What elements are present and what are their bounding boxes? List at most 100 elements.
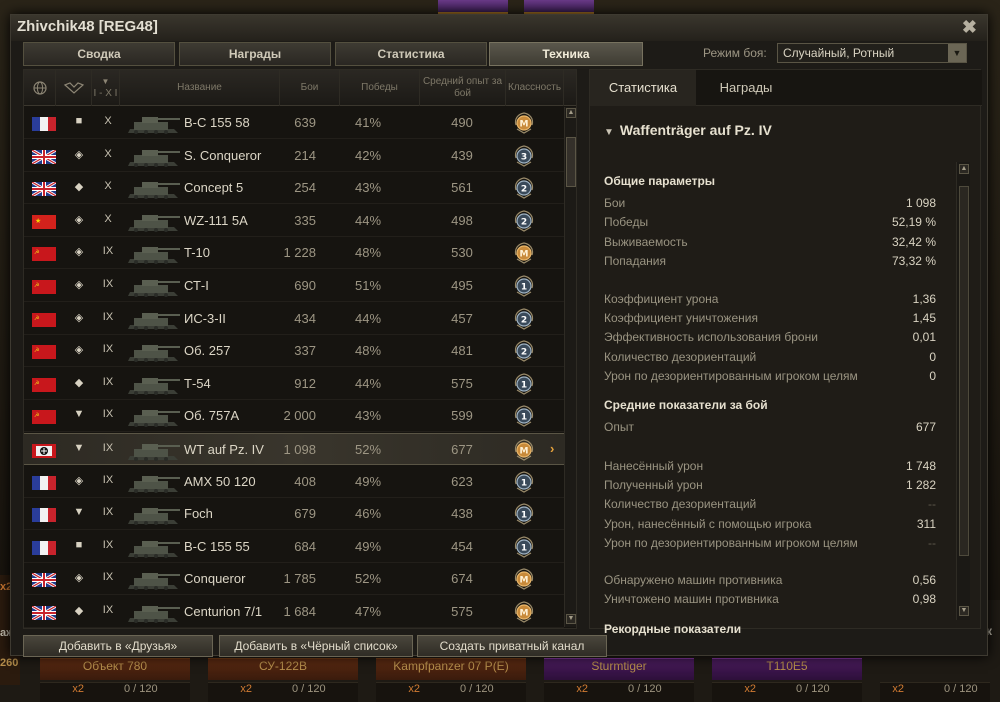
stats-tabs: Статистика Награды [590, 70, 982, 106]
table-scrollbar[interactable]: ▲ ▼ [564, 107, 576, 627]
create-private-channel-button[interactable]: Создать приватный канал [417, 635, 607, 657]
tier-label: IX [102, 343, 114, 356]
table-row[interactable]: ▼ IX WT auf Pz. IV 1 098 52% 677 M › [24, 433, 564, 465]
svg-text:2: 2 [521, 315, 527, 325]
svg-text:☭: ☭ [34, 315, 39, 322]
battle-mode-label: Режим боя: [703, 46, 767, 60]
china-flag-icon: ★ [32, 214, 56, 229]
svg-text:1: 1 [521, 478, 527, 488]
stat-value: 0,56 [912, 573, 936, 587]
mastery-badge-icon: 1 [512, 470, 536, 494]
column-wins[interactable]: Победы [340, 70, 420, 106]
add-friend-button[interactable]: Добавить в «Друзья» [23, 635, 213, 657]
stat-label: Коэффициент уничтожения [604, 311, 758, 326]
scroll-down-icon[interactable]: ▼ [959, 606, 969, 616]
sort-type-button[interactable] [56, 70, 92, 106]
mastery-badge-icon: 1 [512, 502, 536, 526]
wins-value: 44% [354, 375, 382, 391]
table-row[interactable]: ■ IX B-C 155 55 684 49% 454 1 [24, 531, 564, 563]
battles-value: 335 [294, 212, 316, 228]
table-row[interactable]: ◈ IX Conqueror 1 785 52% 674 M [24, 563, 564, 596]
mastery-badge-icon: 1 [512, 274, 536, 298]
mastery-badge-icon: M [512, 438, 536, 462]
table-row[interactable]: ☭ ▼ IX Об. 757А 2 000 43% 599 1 [24, 400, 564, 433]
battles-value: 434 [294, 310, 316, 326]
mastery-badge-icon: 1 [512, 535, 536, 559]
column-battles[interactable]: Бои [280, 70, 340, 106]
scroll-thumb[interactable] [959, 186, 969, 556]
table-row[interactable]: ▼ IX Foch 679 46% 438 1 [24, 498, 564, 531]
scroll-up-icon[interactable]: ▲ [959, 164, 969, 174]
game-screen: x2 аж 260 к Объект 780 СУ-122В Kampfpanz… [0, 0, 1000, 702]
stat-value: -- [928, 535, 936, 550]
table-row[interactable]: ■ X B-C 155 58 639 41% 490 M [24, 107, 564, 139]
tab-vehicles[interactable]: Техника [489, 42, 643, 66]
svg-text:1: 1 [521, 543, 527, 553]
table-row[interactable]: ◈ X S. Conqueror 214 42% 439 3 [24, 140, 564, 172]
stat-row: Эффективность использования брони 0,01 [604, 330, 936, 346]
tab-statistics[interactable]: Статистика [335, 42, 487, 66]
stat-label: Количество дезориентаций [604, 349, 757, 364]
avg-xp-value: 481 [451, 343, 473, 359]
tier-label: IX [102, 408, 114, 421]
scroll-down-icon[interactable]: ▼ [566, 614, 576, 624]
carousel-card[interactable]: Kampfpanzer 07 P(E) [376, 658, 526, 680]
window-titlebar[interactable]: Zhivchik48 [REG48] ✖ [11, 15, 987, 41]
stat-row: Коэффициент уничтожения 1,45 [604, 311, 936, 327]
scroll-thumb[interactable] [566, 137, 576, 187]
tab-vehicle-awards[interactable]: Награды [696, 70, 796, 106]
medium-type-icon: ◆ [74, 605, 84, 617]
tank-icon [124, 207, 182, 235]
battles-value: 690 [294, 278, 316, 293]
tab-awards[interactable]: Награды [179, 42, 331, 66]
table-row[interactable]: ◈ IX AMX 50 120 408 49% 623 1 [24, 466, 564, 498]
battle-mode-select[interactable]: Случайный, Ротный ▼ [777, 43, 967, 63]
wins-value: 42% [354, 147, 382, 163]
uk-flag-icon [31, 604, 57, 622]
add-blacklist-button[interactable]: Добавить в «Чёрный список» [219, 635, 413, 657]
stat-label: Выживаемость [604, 234, 688, 249]
table-row[interactable]: ☭ ◈ IX СТ-I 690 51% 495 1 [24, 270, 564, 302]
stats-scrollbar[interactable]: ▲ ▼ [956, 162, 970, 620]
tab-summary[interactable]: Сводка [23, 42, 175, 66]
wins-value: 48% [354, 245, 382, 261]
table-row[interactable]: ◆ X Concept 5 254 43% 561 2 [24, 172, 564, 205]
vehicle-title[interactable]: ▼ Waffenträger auf Pz. IV [604, 122, 772, 138]
close-icon[interactable]: ✖ [962, 17, 977, 38]
column-avg-xp[interactable]: Средний опыт за бой [420, 70, 506, 106]
vehicle-table: ▼ I - X I Название Бои Победы Средний оп… [23, 69, 577, 629]
sort-tier-button[interactable]: ▼ I - X I [92, 70, 120, 106]
france-flag-icon [32, 117, 56, 131]
column-name[interactable]: Название [120, 70, 280, 106]
table-row[interactable]: ☭ ◈ IX Об. 257 337 48% 481 2 [24, 335, 564, 368]
table-row[interactable]: ★ ◈ X WZ-111 5A 335 44% 498 2 [24, 205, 564, 237]
stat-row: Обнаружено машин противника 0,56 [604, 573, 936, 589]
stat-label: Коэффициент урона [604, 292, 719, 306]
table-row[interactable]: ☭ ◈ IX T-10 1 228 48% 530 M [24, 237, 564, 270]
tank-icon [124, 533, 182, 561]
carousel-card[interactable]: T110E5 [712, 658, 862, 680]
table-row[interactable]: ☭ ◈ IX ИС-3-II 434 44% 457 2 [24, 303, 564, 335]
wins-value: 44% [354, 310, 382, 326]
heavy-type-icon: ◈ [74, 474, 84, 487]
avg-xp-value: 623 [451, 473, 473, 489]
tank-icon [124, 142, 182, 170]
column-mastery[interactable]: Классность [506, 70, 564, 106]
banner-ornament-right [524, 0, 594, 14]
table-row[interactable]: ◆ IX Centurion 7/1 1 684 47% 575 M [24, 596, 564, 628]
table-row[interactable]: ☭ ◆ IX Т-54 912 44% 575 1 [24, 368, 564, 400]
carousel-card[interactable]: Sturmtiger [544, 658, 694, 680]
carousel-card-name: Sturmtiger [591, 659, 647, 673]
heavy-type-icon: ◈ [74, 311, 84, 324]
sort-nation-button[interactable] [24, 70, 56, 106]
carousel-card[interactable]: СУ-122В [208, 658, 358, 680]
uk-flag-icon [31, 180, 57, 198]
wins-value: 49% [354, 473, 382, 489]
scroll-up-icon[interactable]: ▲ [566, 108, 576, 118]
tank-type-icon [63, 82, 84, 94]
tier-label: X [104, 212, 112, 225]
td-type-icon: ▼ [73, 506, 85, 519]
heavy-type-icon: ◈ [74, 148, 84, 161]
tab-vehicle-statistics[interactable]: Статистика [590, 70, 696, 106]
carousel-card[interactable]: Объект 780 [40, 658, 190, 680]
